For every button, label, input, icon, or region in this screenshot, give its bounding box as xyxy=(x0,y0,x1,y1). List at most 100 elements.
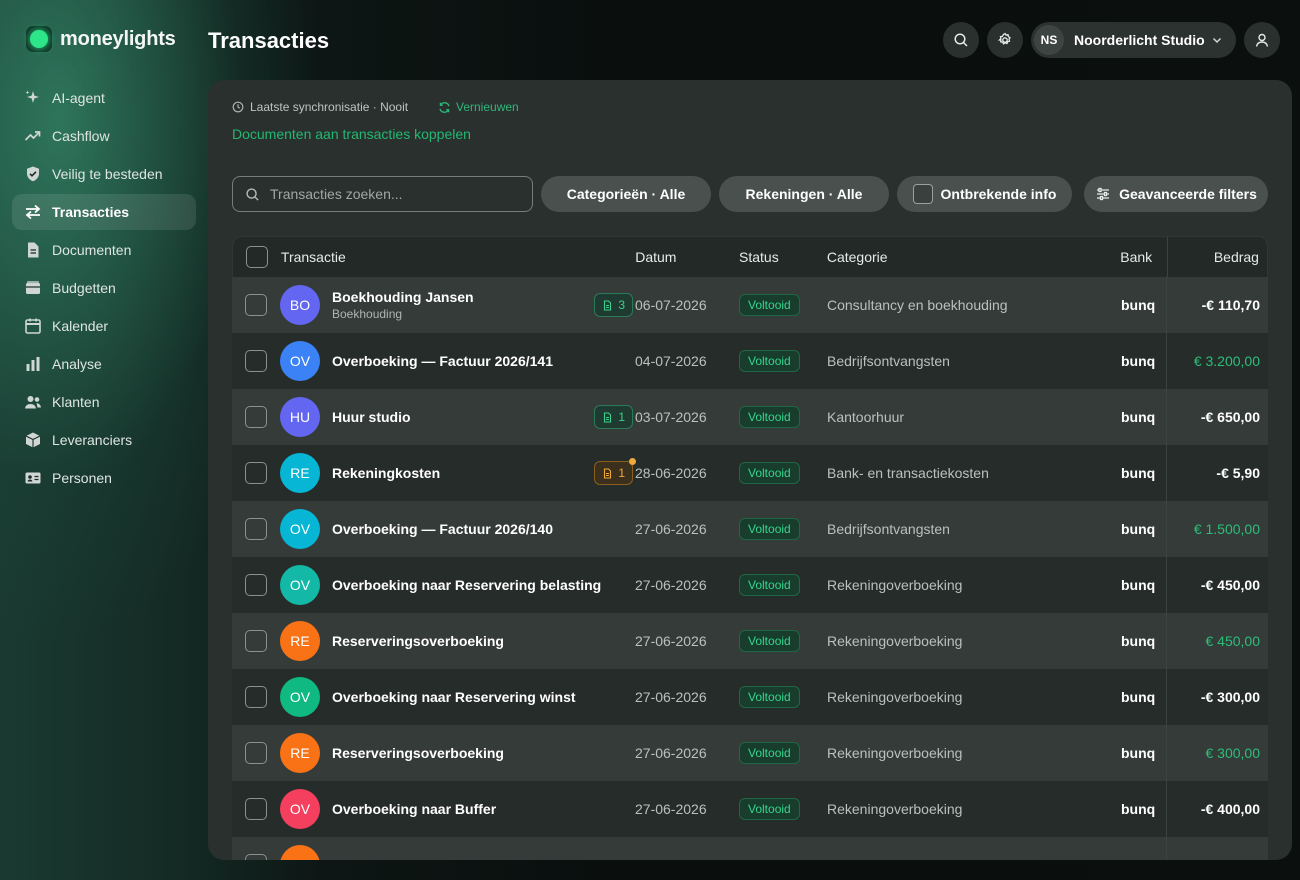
id-card-icon xyxy=(24,469,42,487)
status-badge: Voltooid xyxy=(739,350,800,372)
header-amount[interactable]: Bedrag xyxy=(1166,249,1267,265)
sidebar-item-ai-agent[interactable]: AI-agent xyxy=(12,80,196,116)
row-checkbox[interactable] xyxy=(245,686,267,708)
transaction-category[interactable]: Rekeningoverboeking xyxy=(827,577,1121,593)
transaction-date: 27-06-2026 xyxy=(635,801,707,817)
accounts-filter[interactable]: Rekeningen · Alle xyxy=(719,176,889,212)
transaction-bank: bunq xyxy=(1121,689,1156,705)
table-row[interactable]: RE Reserveringsoverboeking 27-06-2026 Volto… xyxy=(232,613,1268,669)
row-checkbox[interactable] xyxy=(245,406,267,428)
transaction-date: 27-06-2026 xyxy=(635,745,707,761)
sidebar-item-budgetten[interactable]: Budgetten xyxy=(12,270,196,306)
counterparty-avatar: BO xyxy=(280,285,320,325)
row-checkbox[interactable] xyxy=(245,574,267,596)
refresh-button[interactable]: Vernieuwen xyxy=(438,100,519,114)
transaction-category[interactable]: Rekeningoverboeking xyxy=(827,745,1121,761)
profile-button[interactable] xyxy=(1244,22,1280,58)
counterparty-avatar: OV xyxy=(280,789,320,829)
sidebar-item-leveranciers[interactable]: Leveranciers xyxy=(12,422,196,458)
org-avatar: NS xyxy=(1034,25,1064,55)
sidebar-nav: AI-agent Cashflow Veilig te besteden Transa… xyxy=(12,80,196,498)
header-bank[interactable]: Bank xyxy=(1120,249,1166,265)
transaction-category[interactable]: Bank- en transactiekosten xyxy=(827,465,1121,481)
status-badge: Voltooid xyxy=(739,798,800,820)
sidebar-item-label: Budgetten xyxy=(52,280,116,296)
row-checkbox[interactable] xyxy=(245,798,267,820)
table-row[interactable]: HU Huur studio 1 03-07-2026 Voltooid Kantoorh… xyxy=(232,389,1268,445)
header-transaction[interactable]: Transactie xyxy=(281,249,635,265)
counterparty-avatar: OV xyxy=(280,509,320,549)
transaction-name: Rekeningkosten xyxy=(332,465,441,481)
status-badge: Voltooid xyxy=(739,462,800,484)
row-checkbox[interactable] xyxy=(245,518,267,540)
transaction-category[interactable]: Rekeningoverboeking xyxy=(827,801,1121,817)
categories-filter[interactable]: Categorieën · Alle xyxy=(541,176,711,212)
sidebar-item-transacties[interactable]: Transacties xyxy=(12,194,196,230)
settings-button[interactable] xyxy=(987,22,1023,58)
transaction-name: Boekhouding Jansen xyxy=(332,289,474,305)
row-checkbox[interactable] xyxy=(245,294,267,316)
clock-icon xyxy=(232,101,244,113)
row-checkbox[interactable] xyxy=(245,630,267,652)
missing-info-checkbox[interactable] xyxy=(912,184,933,204)
table-row[interactable]: RE Rekeningkosten 1 28-06-2026 Voltooid Bank-… xyxy=(232,445,1268,501)
link-documents-link[interactable]: Documenten aan transacties koppelen xyxy=(232,126,471,142)
sidebar-item-klanten[interactable]: Klanten xyxy=(12,384,196,420)
select-all-checkbox[interactable] xyxy=(245,246,268,268)
header-category[interactable]: Categorie xyxy=(827,249,1120,265)
chevron-down-icon xyxy=(1212,37,1222,44)
row-checkbox[interactable] xyxy=(245,462,267,484)
row-checkbox[interactable] xyxy=(245,350,267,372)
app-logo[interactable]: moneylights xyxy=(26,26,176,52)
attached-documents-badge[interactable]: 3 xyxy=(594,293,633,317)
sidebar-item-personen[interactable]: Personen xyxy=(12,460,196,496)
status-badge: Voltooid xyxy=(739,630,800,652)
table-row[interactable]: RE Reserveringsoverboeking 27-06-2026 Volto… xyxy=(232,725,1268,781)
org-name: Noorderlicht Studio xyxy=(1074,32,1205,48)
counterparty-avatar xyxy=(280,845,320,860)
counterparty-avatar: OV xyxy=(280,565,320,605)
table-row[interactable]: OV Overboeking — Factuur 2026/141 04-07-20… xyxy=(232,333,1268,389)
transaction-category[interactable]: Rekeningoverboeking xyxy=(827,633,1121,649)
transaction-category[interactable]: Rekeningoverboeking xyxy=(827,689,1121,705)
sidebar-item-documenten[interactable]: Documenten xyxy=(12,232,196,268)
row-checkbox[interactable] xyxy=(245,854,267,860)
table-row[interactable]: OV Overboeking — Factuur 2026/140 27-06-20… xyxy=(232,501,1268,557)
transaction-date: 27-06-2026 xyxy=(635,577,707,593)
sidebar-item-veilig-te-besteden[interactable]: Veilig te besteden xyxy=(12,156,196,192)
table-row[interactable]: OV Overboeking naar Reservering winst 27-0… xyxy=(232,669,1268,725)
transaction-bank: bunq xyxy=(1121,297,1156,313)
sidebar-item-cashflow[interactable]: Cashflow xyxy=(12,118,196,154)
status-badge: Voltooid xyxy=(739,742,800,764)
document-icon xyxy=(602,411,613,423)
transaction-date: 06-07-2026 xyxy=(635,297,707,313)
transaction-subtitle: Boekhouding xyxy=(332,307,403,321)
row-checkbox[interactable] xyxy=(245,742,267,764)
transaction-category[interactable]: Bedrijfsontvangsten xyxy=(827,521,1121,537)
transaction-category[interactable]: Consultancy en boekhouding xyxy=(827,297,1121,313)
sidebar-item-analyse[interactable]: Analyse xyxy=(12,346,196,382)
organization-switcher[interactable]: NS Noorderlicht Studio xyxy=(1031,22,1236,58)
document-icon xyxy=(602,467,613,479)
attached-documents-badge[interactable]: 1 xyxy=(594,458,636,485)
transaction-category[interactable]: Bedrijfsontvangsten xyxy=(827,353,1121,369)
attached-documents-badge[interactable]: 1 xyxy=(594,405,633,429)
table-row[interactable]: BO Boekhouding Jansen Boekhouding 3 06-07-20… xyxy=(232,277,1268,333)
search-button[interactable] xyxy=(943,22,979,58)
sidebar-item-kalender[interactable]: Kalender xyxy=(12,308,196,344)
search-input[interactable] xyxy=(270,186,520,202)
transaction-category[interactable]: Kantoorhuur xyxy=(827,409,1121,425)
table-row[interactable] xyxy=(232,837,1268,860)
transaction-amount: -€ 110,70 xyxy=(1201,297,1260,313)
page-title: Transacties xyxy=(208,28,330,53)
advanced-filters-button[interactable]: Geavanceerde filters xyxy=(1084,176,1268,212)
transaction-date: 03-07-2026 xyxy=(635,409,707,425)
table-row[interactable]: OV Overboeking naar Reservering belasting… xyxy=(232,557,1268,613)
header-date[interactable]: Datum xyxy=(635,249,739,265)
header-status[interactable]: Status xyxy=(739,249,827,265)
gear-icon xyxy=(997,32,1011,45)
missing-info-filter[interactable]: Ontbrekende info xyxy=(897,176,1072,212)
transaction-bank: bunq xyxy=(1121,521,1156,537)
counterparty-avatar: RE xyxy=(280,453,320,493)
table-row[interactable]: OV Overboeking naar Buffer 27-06-2026 Volto… xyxy=(232,781,1268,837)
